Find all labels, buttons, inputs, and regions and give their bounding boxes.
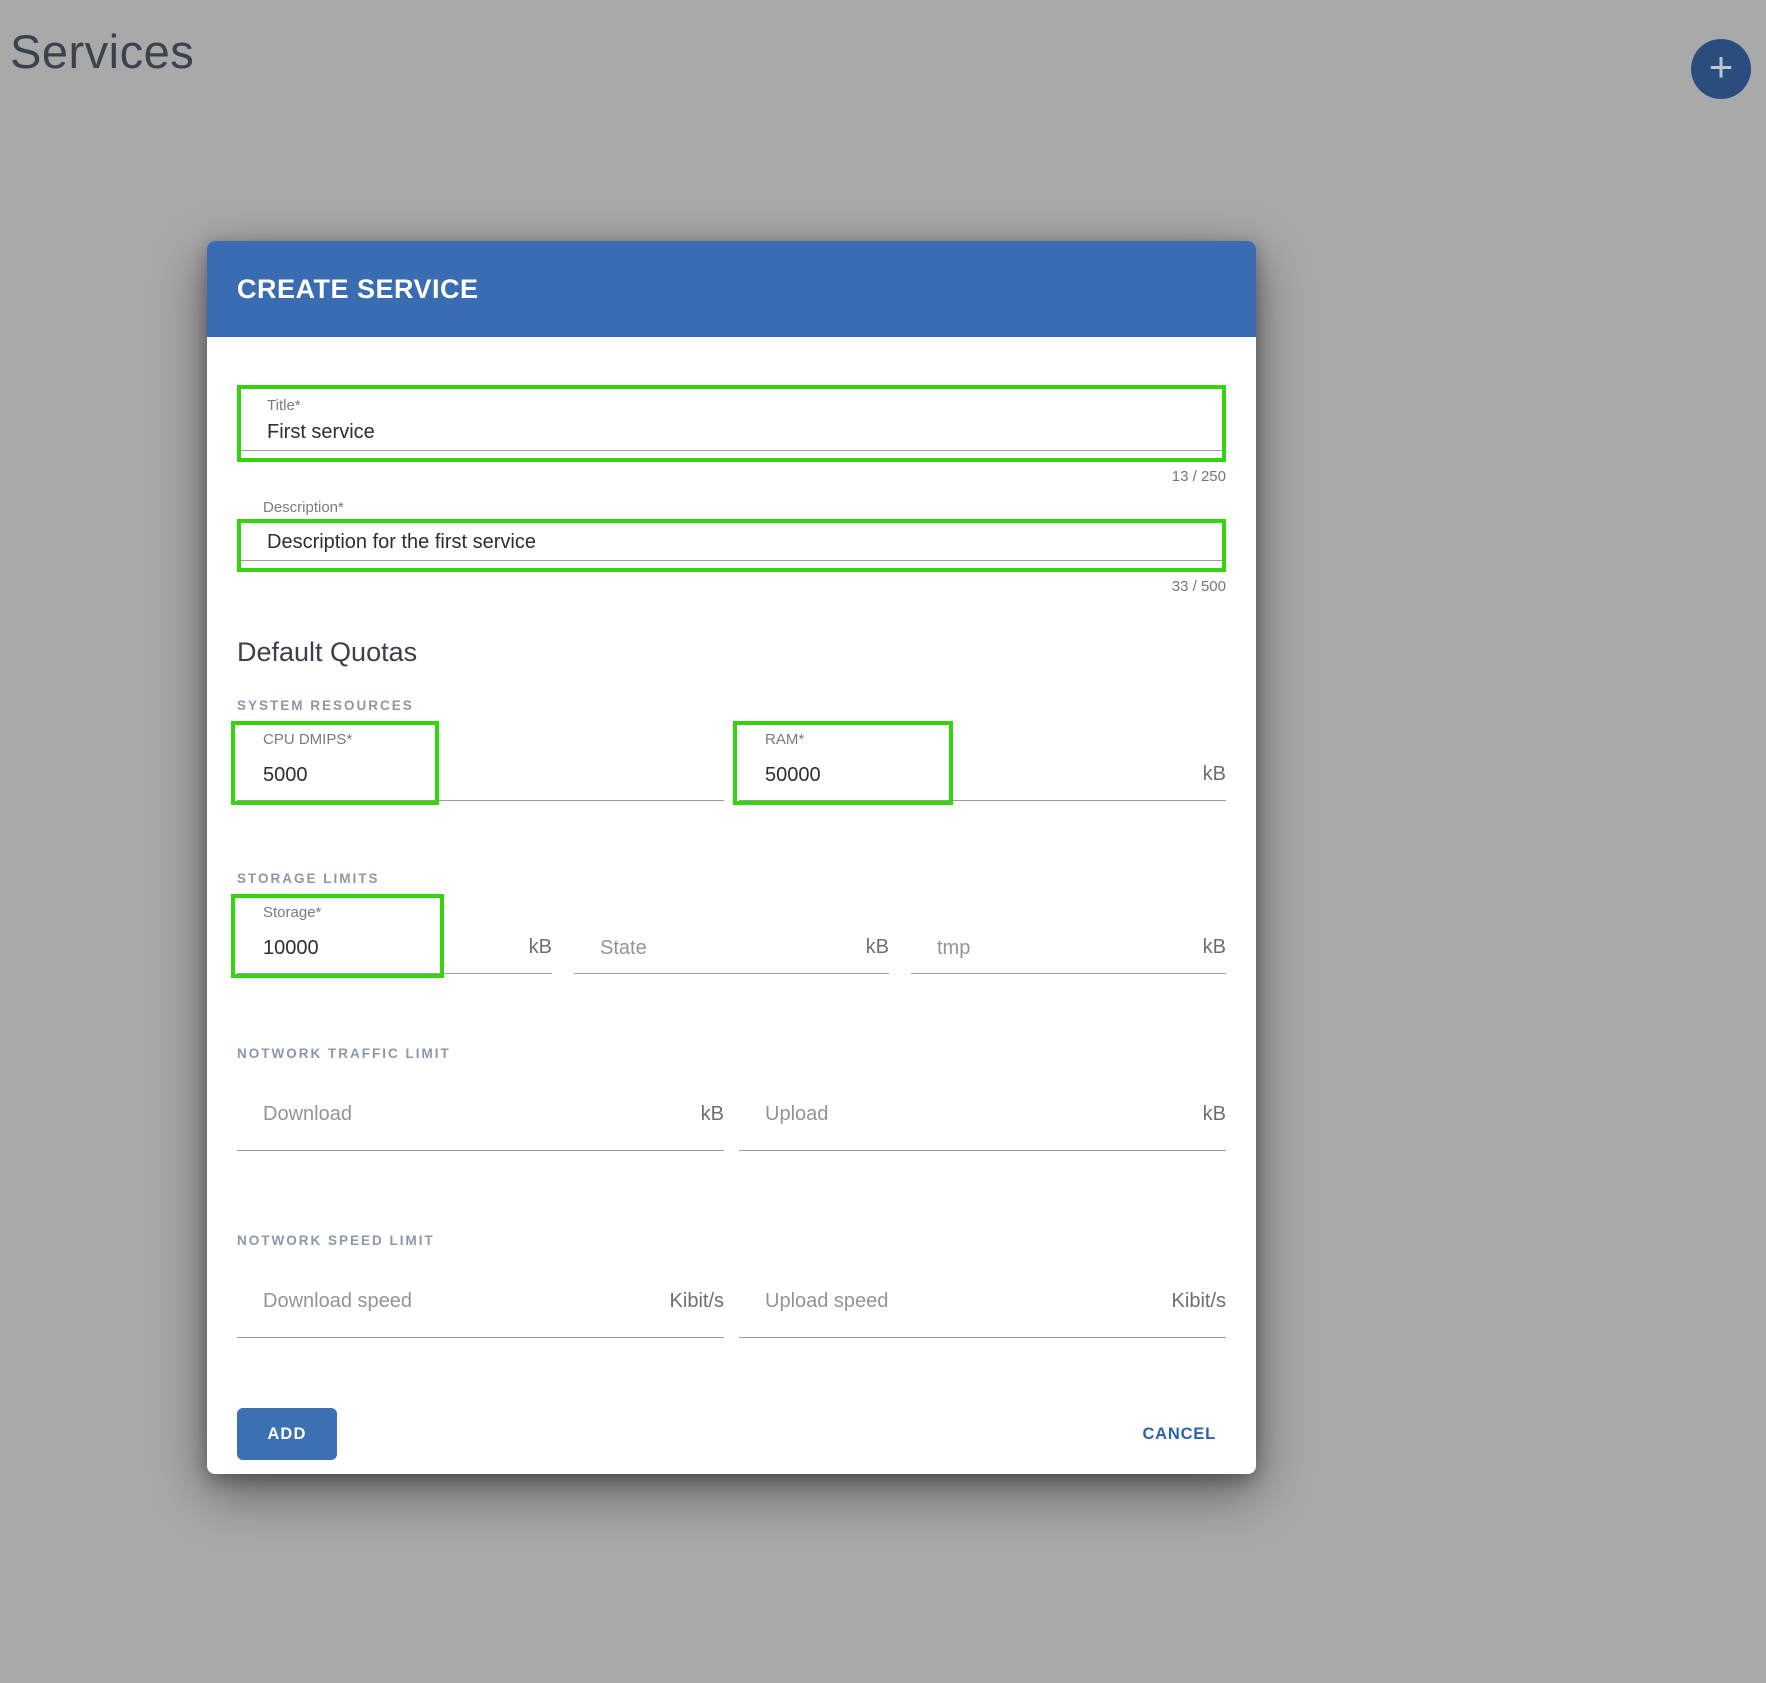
upload-speed-input[interactable]: [765, 1290, 1057, 1313]
storage-field[interactable]: Storage* kB: [237, 896, 552, 974]
create-service-dialog: CREATE SERVICE Title* 13 / 250 Descripti…: [207, 241, 1256, 1474]
download-traffic-field[interactable]: kB: [237, 1071, 724, 1151]
ram-field[interactable]: RAM* kB: [739, 723, 1226, 801]
upload-traffic-field[interactable]: kB: [739, 1071, 1226, 1151]
add-button[interactable]: ADD: [237, 1408, 337, 1460]
page-title: Services: [10, 24, 194, 79]
description-field-label: Description*: [263, 499, 1226, 516]
storage-input[interactable]: [263, 937, 436, 960]
storage-limits-row: Storage* kB kB kB: [237, 896, 1226, 974]
download-speed-unit-label: Kibit/s: [670, 1290, 724, 1313]
tmp-input[interactable]: [937, 937, 1110, 960]
system-resources-row: CPU DMIPS* RAM* kB: [237, 723, 1226, 801]
add-service-fab[interactable]: +: [1691, 39, 1751, 99]
upload-speed-field[interactable]: Kibit/s: [739, 1258, 1226, 1338]
storage-unit-label: kB: [529, 936, 552, 959]
network-speed-section-label: NOTWORK SPEED LIMIT: [237, 1233, 1226, 1248]
tmp-field[interactable]: kB: [911, 896, 1226, 974]
download-traffic-unit-label: kB: [701, 1103, 724, 1126]
default-quotas-heading: Default Quotas: [237, 637, 1226, 668]
state-input[interactable]: [600, 937, 773, 960]
network-speed-row: Kibit/s Kibit/s: [237, 1258, 1226, 1338]
plus-icon: +: [1709, 46, 1734, 88]
ram-input[interactable]: [765, 764, 1033, 787]
title-char-counter: 13 / 250: [237, 468, 1226, 485]
dialog-actions: ADD CANCEL: [237, 1408, 1226, 1460]
state-unit-label: kB: [866, 936, 889, 959]
ram-unit-label: kB: [1203, 763, 1226, 786]
dialog-header: CREATE SERVICE: [207, 241, 1256, 337]
dialog-title: CREATE SERVICE: [237, 274, 479, 305]
cpu-dmips-input[interactable]: [263, 764, 531, 787]
upload-traffic-input[interactable]: [765, 1103, 1057, 1126]
system-resources-section-label: SYSTEM RESOURCES: [237, 698, 1226, 713]
download-speed-field[interactable]: Kibit/s: [237, 1258, 724, 1338]
title-field-highlight: Title*: [237, 385, 1226, 462]
storage-limits-section-label: STORAGE LIMITS: [237, 871, 1226, 886]
description-field-highlight: [237, 519, 1226, 572]
state-field[interactable]: kB: [574, 896, 889, 974]
upload-speed-unit-label: Kibit/s: [1172, 1290, 1226, 1313]
ram-label: RAM*: [765, 731, 804, 748]
description-field[interactable]: [241, 523, 1222, 568]
cancel-button[interactable]: CANCEL: [1142, 1425, 1226, 1444]
storage-label: Storage*: [263, 904, 321, 921]
upload-traffic-unit-label: kB: [1203, 1103, 1226, 1126]
download-traffic-input[interactable]: [263, 1103, 555, 1126]
title-input[interactable]: [267, 421, 1184, 444]
network-traffic-row: kB kB: [237, 1071, 1226, 1151]
cpu-dmips-label: CPU DMIPS*: [263, 731, 352, 748]
description-input[interactable]: [267, 531, 1184, 554]
title-field-label: Title*: [267, 397, 1222, 414]
description-char-counter: 33 / 500: [237, 578, 1226, 595]
cpu-dmips-field[interactable]: CPU DMIPS*: [237, 723, 724, 801]
tmp-unit-label: kB: [1203, 936, 1226, 959]
network-traffic-section-label: NOTWORK TRAFFIC LIMIT: [237, 1046, 1226, 1061]
title-field[interactable]: Title*: [241, 389, 1222, 458]
dialog-body: Title* 13 / 250 Description* 33 / 500 De…: [207, 385, 1256, 1474]
download-speed-input[interactable]: [263, 1290, 555, 1313]
